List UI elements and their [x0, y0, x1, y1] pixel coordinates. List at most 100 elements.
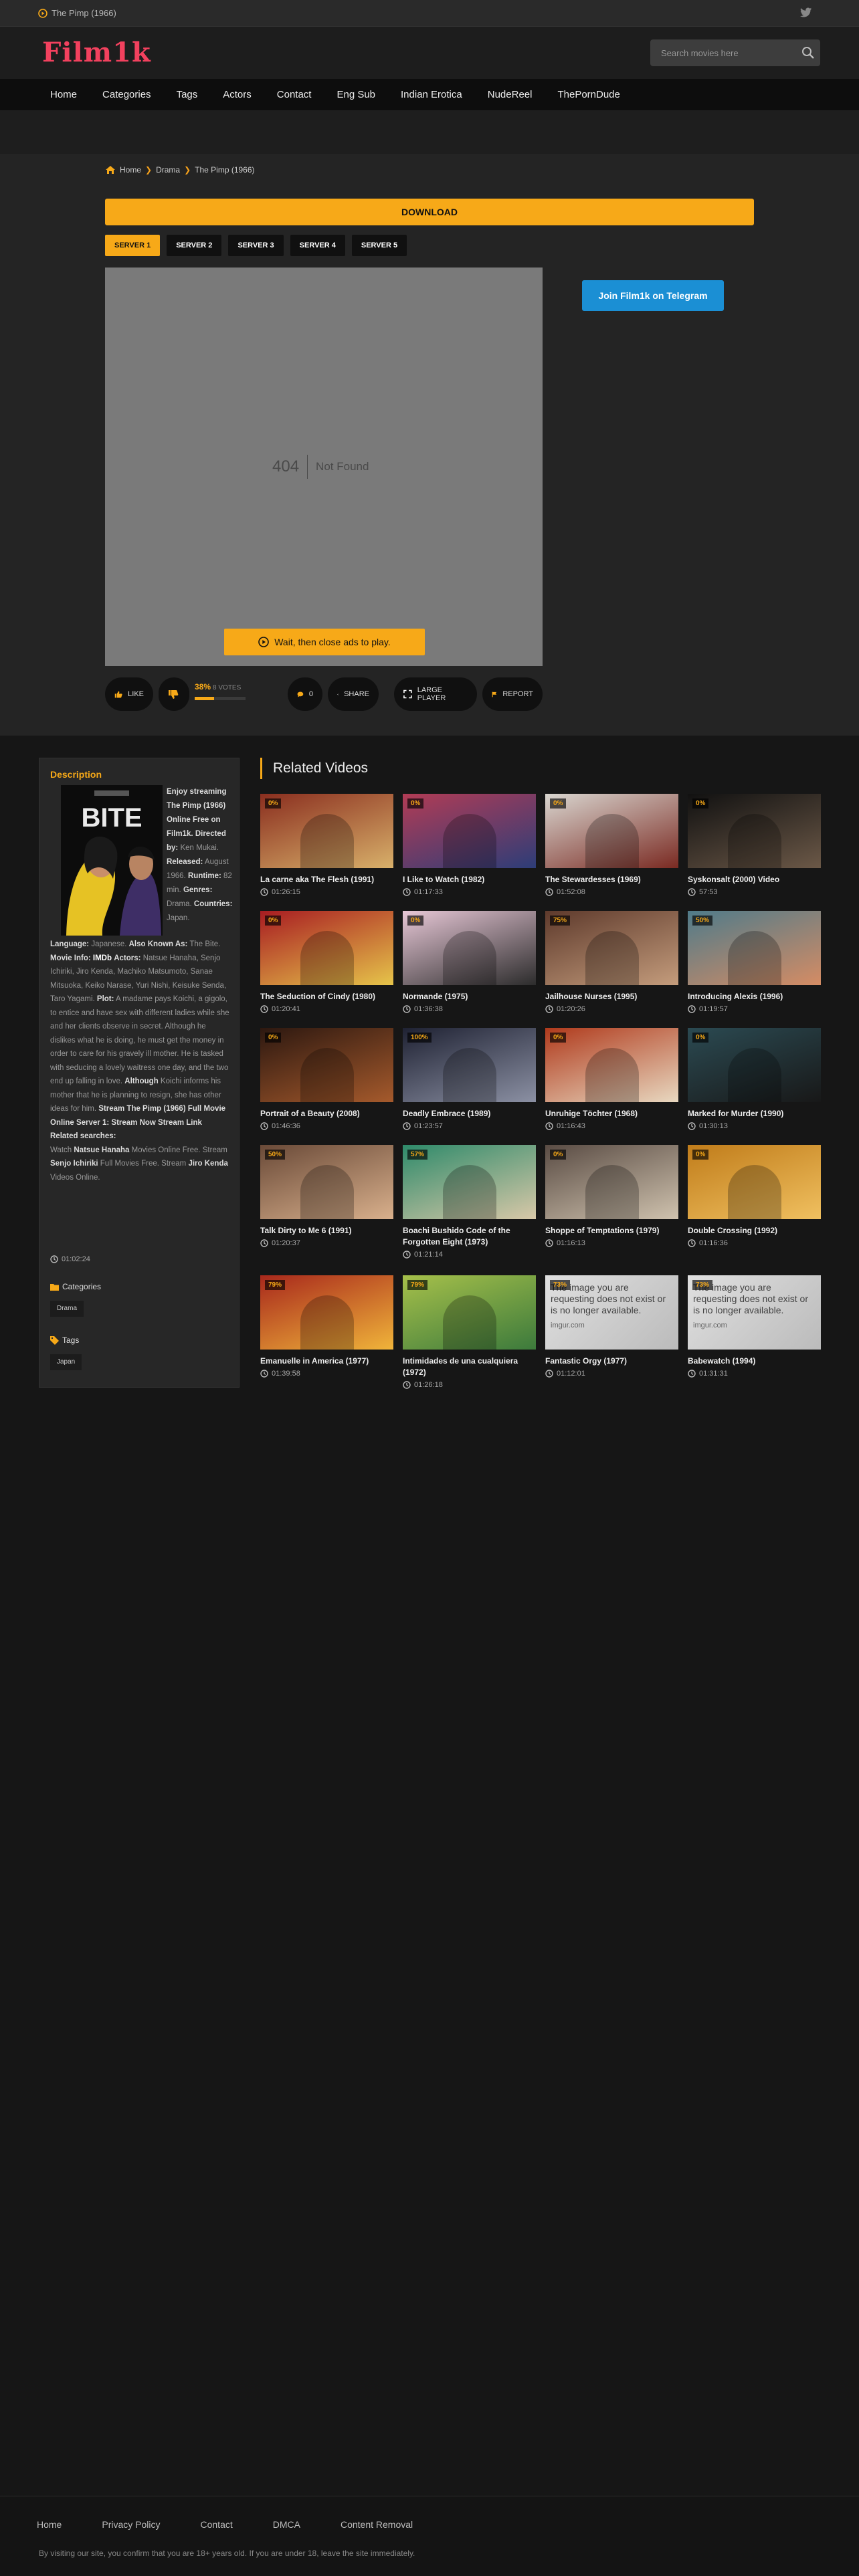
video-card[interactable]: 100% Deadly Embrace (1989) 01:23:57 — [403, 1028, 536, 1130]
nav-item-home[interactable]: Home — [37, 79, 90, 111]
nav-item-contact[interactable]: Contact — [264, 79, 324, 111]
video-card[interactable]: 79% Intimidades de una cualquiera (1972) 0… — [403, 1275, 536, 1389]
telegram-button[interactable]: Join Film1k on Telegram — [582, 280, 724, 311]
related-search-actor-3[interactable]: Jiro Kenda — [188, 1160, 227, 1168]
video-thumbnail[interactable]: The image you are requesting does not ex… — [688, 1275, 821, 1350]
video-title[interactable]: Jailhouse Nurses (1995) — [545, 991, 678, 1002]
video-card[interactable]: 50% Introducing Alexis (1996) 01:19:57 — [688, 911, 821, 1013]
video-card[interactable]: The image you are requesting does not ex… — [545, 1275, 678, 1378]
large-player-button[interactable]: LARGE PLAYER — [394, 677, 477, 711]
comments-button[interactable]: 0 — [288, 677, 322, 711]
video-card[interactable]: 0% La carne aka The Flesh (1991) 01:26:15 — [260, 794, 393, 896]
video-title[interactable]: La carne aka The Flesh (1991) — [260, 874, 393, 885]
video-title[interactable]: Double Crossing (1992) — [688, 1225, 821, 1237]
video-title[interactable]: Marked for Murder (1990) — [688, 1108, 821, 1119]
video-card[interactable]: 0% The Seduction of Cindy (1980) 01:20:41 — [260, 911, 393, 1013]
server-tab-2[interactable]: SERVER 2 — [167, 235, 222, 256]
footer-link-dmca[interactable]: DMCA — [273, 2519, 300, 2530]
now-playing[interactable]: The Pimp (1966) — [38, 8, 116, 18]
related-search-actor-1[interactable]: Natsue Hanaha — [74, 1146, 129, 1154]
imdb-link[interactable]: IMDb — [93, 954, 112, 962]
video-card[interactable]: 0% Marked for Murder (1990) 01:30:13 — [688, 1028, 821, 1130]
video-title[interactable]: Emanuelle in America (1977) — [260, 1356, 393, 1367]
video-card[interactable]: 79% Emanuelle in America (1977) 01:39:58 — [260, 1275, 393, 1378]
video-title[interactable]: Normande (1975) — [403, 991, 536, 1002]
video-card[interactable]: 0% Portrait of a Beauty (2008) 01:46:36 — [260, 1028, 393, 1130]
video-thumbnail[interactable]: 0% — [688, 1145, 821, 1219]
video-thumbnail[interactable]: 0% — [403, 911, 536, 985]
video-card[interactable]: 0% Shoppe of Temptations (1979) 01:16:13 — [545, 1145, 678, 1247]
download-button[interactable]: DOWNLOAD — [105, 199, 754, 225]
video-title[interactable]: Syskonsalt (2000) Video — [688, 874, 821, 885]
video-card[interactable]: 0% Double Crossing (1992) 01:16:36 — [688, 1145, 821, 1247]
search-icon[interactable] — [801, 46, 815, 60]
footer-link-content-removal[interactable]: Content Removal — [341, 2519, 413, 2530]
video-card[interactable]: 0% Normande (1975) 01:36:38 — [403, 911, 536, 1013]
video-player[interactable]: 404 Not Found Wait, then close ads to pl… — [105, 267, 543, 666]
video-card[interactable]: 50% Talk Dirty to Me 6 (1991) 01:20:37 — [260, 1145, 393, 1247]
nav-item-theporndude[interactable]: ThePornDude — [545, 79, 632, 111]
video-title[interactable]: The Seduction of Cindy (1980) — [260, 991, 393, 1002]
video-title[interactable]: Fantastic Orgy (1977) — [545, 1356, 678, 1367]
server-tab-5[interactable]: SERVER 5 — [351, 235, 407, 256]
video-title[interactable]: Shoppe of Temptations (1979) — [545, 1225, 678, 1237]
nav-item-tags[interactable]: Tags — [164, 79, 211, 111]
footer-link-contact[interactable]: Contact — [201, 2519, 233, 2530]
video-card[interactable]: 57% Boachi Bushido Code of the Forgotten … — [403, 1145, 536, 1259]
video-thumbnail[interactable]: 0% — [545, 1145, 678, 1219]
breadcrumb-home[interactable]: Home — [120, 165, 141, 175]
video-thumbnail[interactable]: 0% — [403, 794, 536, 868]
video-card[interactable]: 0% The Stewardesses (1969) 01:52:08 — [545, 794, 678, 896]
video-thumbnail[interactable]: 0% — [545, 794, 678, 868]
video-title[interactable]: Introducing Alexis (1996) — [688, 991, 821, 1002]
footer-link-privacy[interactable]: Privacy Policy — [102, 2519, 160, 2530]
video-thumbnail[interactable]: 50% — [260, 1145, 393, 1219]
video-card[interactable]: 0% Unruhige Töchter (1968) 01:16:43 — [545, 1028, 678, 1130]
search-input[interactable] — [650, 39, 791, 66]
video-thumbnail[interactable]: 0% — [545, 1028, 678, 1102]
nav-item-indian-erotica[interactable]: Indian Erotica — [388, 79, 475, 111]
video-title[interactable]: I Like to Watch (1982) — [403, 874, 536, 885]
video-thumbnail[interactable]: 50% — [688, 911, 821, 985]
video-title[interactable]: Intimidades de una cualquiera (1972) — [403, 1356, 536, 1378]
video-thumbnail[interactable]: 0% — [260, 1028, 393, 1102]
related-search-actor-2[interactable]: Senjo Ichiriki — [50, 1160, 98, 1168]
breadcrumb-category[interactable]: Drama — [156, 165, 180, 175]
share-button[interactable]: SHARE — [328, 677, 379, 711]
video-thumbnail[interactable]: 0% — [260, 794, 393, 868]
video-thumbnail[interactable]: 75% — [545, 911, 678, 985]
video-card[interactable]: 0% I Like to Watch (1982) 01:17:33 — [403, 794, 536, 896]
video-title[interactable]: Talk Dirty to Me 6 (1991) — [260, 1225, 393, 1237]
twitter-icon[interactable] — [800, 7, 812, 18]
like-button[interactable]: LIKE — [105, 677, 153, 711]
video-thumbnail[interactable]: 57% — [403, 1145, 536, 1219]
video-title[interactable]: The Stewardesses (1969) — [545, 874, 678, 885]
video-title[interactable]: Unruhige Töchter (1968) — [545, 1108, 678, 1119]
video-thumbnail[interactable]: 79% — [260, 1275, 393, 1350]
video-thumbnail[interactable]: 0% — [688, 1028, 821, 1102]
video-thumbnail[interactable]: 0% — [688, 794, 821, 868]
video-card[interactable]: 0% Syskonsalt (2000) Video 57:53 — [688, 794, 821, 896]
video-title[interactable]: Babewatch (1994) — [688, 1356, 821, 1367]
dislike-button[interactable] — [159, 677, 189, 711]
server-tab-1[interactable]: SERVER 1 — [105, 235, 161, 256]
category-tag[interactable]: Drama — [50, 1301, 84, 1317]
tag-item[interactable]: Japan — [50, 1354, 82, 1370]
footer-link-home[interactable]: Home — [37, 2519, 62, 2530]
video-title[interactable]: Boachi Bushido Code of the Forgotten Eig… — [403, 1225, 536, 1248]
server-tab-3[interactable]: SERVER 3 — [228, 235, 284, 256]
wait-close-ads-button[interactable]: Wait, then close ads to play. — [224, 629, 425, 655]
server-tab-4[interactable]: SERVER 4 — [290, 235, 345, 256]
nav-item-nudereel[interactable]: NudeReel — [475, 79, 545, 111]
site-logo[interactable]: Film1k — [42, 37, 151, 68]
nav-item-eng-sub[interactable]: Eng Sub — [324, 79, 388, 111]
nav-item-actors[interactable]: Actors — [210, 79, 264, 111]
video-title[interactable]: Portrait of a Beauty (2008) — [260, 1108, 393, 1119]
video-thumbnail[interactable]: 100% — [403, 1028, 536, 1102]
video-thumbnail[interactable]: 0% — [260, 911, 393, 985]
video-card[interactable]: The image you are requesting does not ex… — [688, 1275, 821, 1378]
nav-item-categories[interactable]: Categories — [90, 79, 164, 111]
video-thumbnail[interactable]: The image you are requesting does not ex… — [545, 1275, 678, 1350]
video-thumbnail[interactable]: 79% — [403, 1275, 536, 1350]
report-button[interactable]: REPORT — [482, 677, 543, 711]
